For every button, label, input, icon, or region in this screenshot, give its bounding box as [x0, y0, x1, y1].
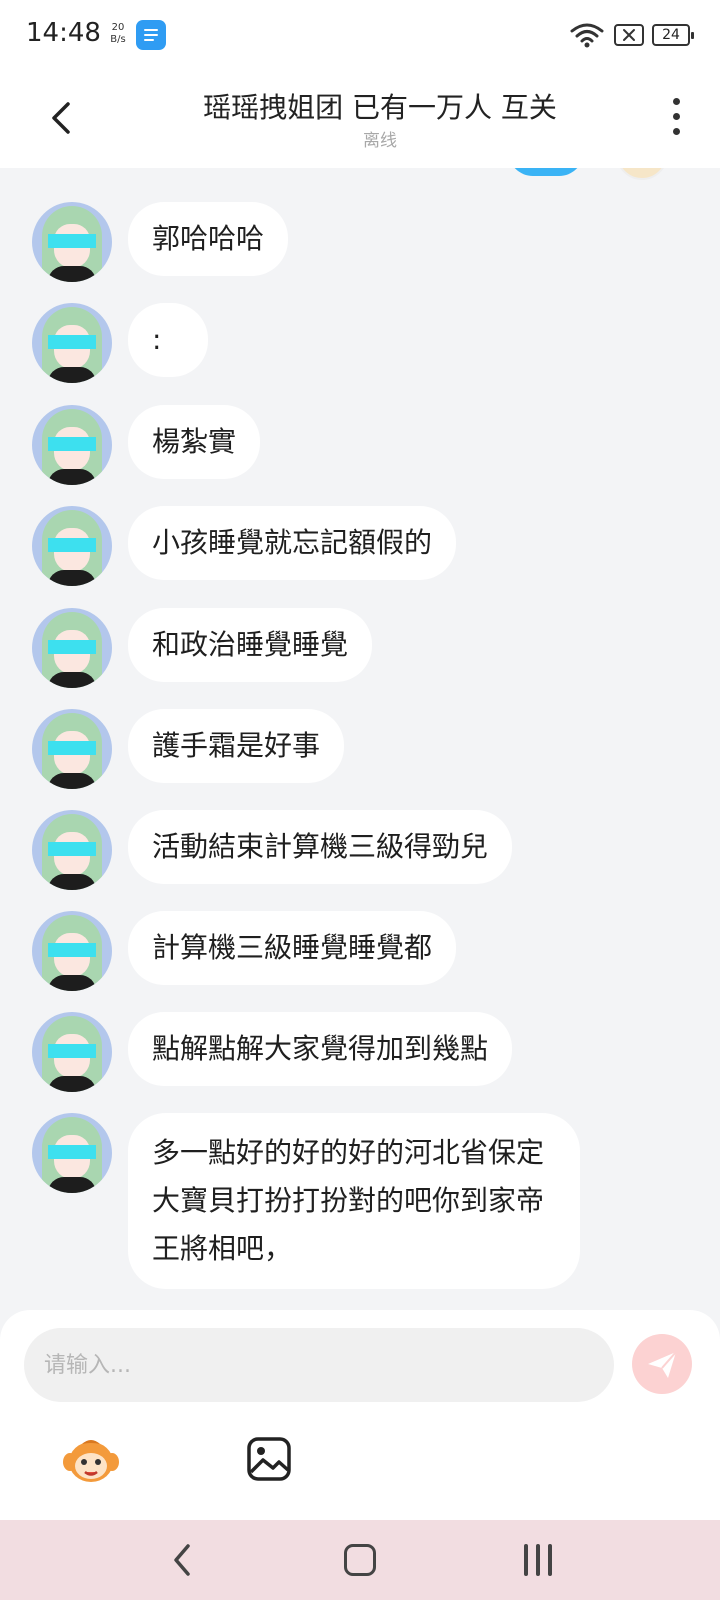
status-bar: 14:48 20 B/s 24	[0, 0, 720, 72]
battery-icon: 24	[652, 24, 694, 46]
back-button[interactable]	[40, 96, 84, 140]
nav-back-icon[interactable]	[170, 1542, 194, 1578]
system-nav-bar	[0, 1520, 720, 1600]
message-bubble[interactable]: 多一點好的好的好的河北省保定大寶貝打扮打扮對的吧你到家帝王將相吧，	[128, 1113, 580, 1289]
network-speed-value: 20	[111, 22, 125, 33]
outgoing-message-bubble[interactable]	[508, 168, 584, 176]
more-options-button[interactable]	[666, 98, 686, 142]
network-speed-unit: B/s	[110, 34, 126, 45]
send-button[interactable]	[632, 1334, 692, 1394]
image-icon	[247, 1437, 291, 1481]
message-bubble[interactable]: 和政治睡覺睡覺	[128, 608, 373, 682]
image-button[interactable]	[246, 1436, 292, 1482]
message-bubble[interactable]: 郭哈哈哈	[128, 202, 289, 276]
nav-recents-icon[interactable]	[524, 1544, 554, 1576]
nav-home-icon[interactable]	[344, 1544, 376, 1576]
avatar[interactable]	[32, 608, 112, 688]
message-list[interactable]: 郭哈哈哈 : 楊紮實 小孩睡覺就忘記額假的 和政治睡覺睡覺 護手霜是好事 活動結…	[0, 168, 720, 1310]
wifi-icon	[570, 23, 604, 48]
message-bubble[interactable]: 計算機三級睡覺睡覺都	[128, 911, 457, 985]
sim-card-icon	[614, 24, 644, 46]
chat-header: 瑶瑶拽姐团 已有一万人 互关 离线	[0, 72, 720, 168]
message-bubble[interactable]: :	[128, 303, 208, 377]
chat-status: 离线	[363, 131, 397, 151]
avatar[interactable]	[32, 911, 112, 991]
notes-app-icon	[136, 20, 166, 50]
chat-title: 瑶瑶拽姐团 已有一万人 互关	[203, 91, 557, 124]
status-time: 14:48	[26, 18, 101, 48]
message-bubble[interactable]: 楊紮實	[128, 405, 261, 479]
my-avatar[interactable]	[616, 168, 668, 180]
avatar[interactable]	[32, 202, 112, 282]
message-bubble[interactable]: 護手霜是好事	[128, 709, 345, 783]
message-bubble[interactable]: 點解點解大家覺得加到幾點	[128, 1012, 513, 1086]
back-arrow-icon	[52, 102, 70, 134]
more-vertical-icon	[666, 98, 686, 135]
avatar[interactable]	[32, 810, 112, 890]
send-icon	[648, 1351, 677, 1378]
message-input[interactable]	[24, 1328, 614, 1402]
message-bubble[interactable]: 活動結束計算機三級得勁兒	[128, 810, 513, 884]
message-bubble[interactable]: 小孩睡覺就忘記額假的	[128, 506, 457, 580]
avatar[interactable]	[32, 405, 112, 485]
composer-panel	[0, 1310, 720, 1520]
avatar[interactable]	[32, 1012, 112, 1092]
sticker-button[interactable]	[62, 1434, 120, 1486]
avatar[interactable]	[32, 303, 112, 383]
emoji-sticker-icon	[63, 1440, 119, 1482]
network-speed: 20 B/s	[106, 22, 130, 46]
avatar[interactable]	[32, 1113, 112, 1193]
avatar[interactable]	[32, 506, 112, 586]
avatar[interactable]	[32, 709, 112, 789]
